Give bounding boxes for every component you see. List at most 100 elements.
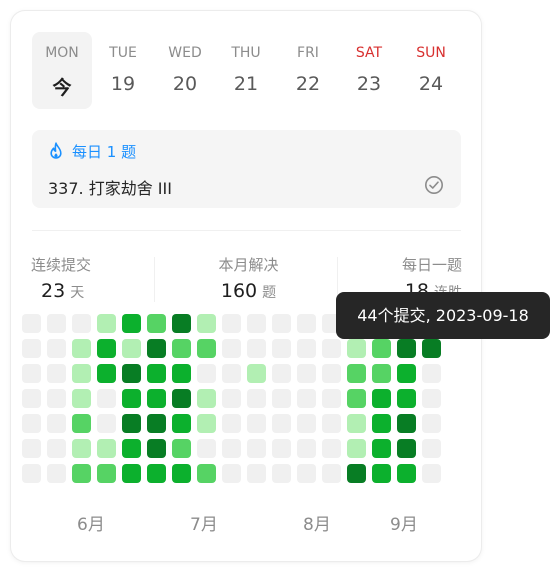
day-fri[interactable]: FRI 22 [278,32,338,109]
heatmap-cell[interactable] [197,314,216,333]
heatmap-cell[interactable] [122,389,141,408]
heatmap-cell[interactable] [72,439,91,458]
heatmap-cell[interactable] [47,439,66,458]
heatmap-cell[interactable] [122,314,141,333]
heatmap-cell[interactable] [97,314,116,333]
heatmap-cell[interactable] [47,464,66,483]
heatmap-cell[interactable] [122,364,141,383]
heatmap-cell[interactable] [297,339,316,358]
heatmap-cell[interactable] [322,389,341,408]
heatmap-cell[interactable] [347,439,366,458]
heatmap-cell[interactable] [122,414,141,433]
daily-question-card[interactable]: 每日 1 题 337. 打家劫舍 III [32,130,461,208]
heatmap-cell[interactable] [397,464,416,483]
heatmap-cell[interactable] [22,439,41,458]
heatmap-cell[interactable] [297,439,316,458]
heatmap-cell[interactable] [247,464,266,483]
heatmap-cell[interactable] [72,314,91,333]
heatmap-cell[interactable] [372,464,391,483]
day-sun[interactable]: SUN 24 [401,32,461,109]
heatmap-cell[interactable] [72,464,91,483]
heatmap-cell[interactable] [422,339,441,358]
heatmap-cell[interactable] [247,364,266,383]
heatmap-cell[interactable] [197,414,216,433]
heatmap-cell[interactable] [397,439,416,458]
heatmap-cell[interactable] [222,464,241,483]
heatmap-cell[interactable] [347,339,366,358]
heatmap-cell[interactable] [97,439,116,458]
heatmap-cell[interactable] [247,339,266,358]
heatmap-cell[interactable] [347,389,366,408]
heatmap-cell[interactable] [72,389,91,408]
heatmap-cell[interactable] [122,339,141,358]
heatmap-cell[interactable] [347,414,366,433]
heatmap-cell[interactable] [147,414,166,433]
heatmap-cell[interactable] [22,339,41,358]
heatmap-cell[interactable] [222,314,241,333]
heatmap-cell[interactable] [172,389,191,408]
heatmap-cell[interactable] [47,364,66,383]
heatmap-cell[interactable] [47,339,66,358]
heatmap-cell[interactable] [147,314,166,333]
heatmap-cell[interactable] [197,439,216,458]
heatmap-cell[interactable] [247,389,266,408]
heatmap-cell[interactable] [347,464,366,483]
heatmap-cell[interactable] [222,339,241,358]
heatmap-cell[interactable] [422,414,441,433]
heatmap-cell[interactable] [322,439,341,458]
heatmap-cell[interactable] [172,464,191,483]
heatmap-cell[interactable] [47,314,66,333]
heatmap-cell[interactable] [72,414,91,433]
heatmap-cell[interactable] [197,339,216,358]
heatmap-cell[interactable] [122,464,141,483]
day-thu[interactable]: THU 21 [216,32,276,109]
heatmap-cell[interactable] [97,464,116,483]
heatmap-cell[interactable] [347,364,366,383]
heatmap-cell[interactable] [22,389,41,408]
heatmap-cell[interactable] [147,464,166,483]
heatmap-cell[interactable] [197,389,216,408]
heatmap-cell[interactable] [197,464,216,483]
heatmap-cell[interactable] [47,414,66,433]
heatmap-cell[interactable] [272,339,291,358]
heatmap-cell[interactable] [147,389,166,408]
heatmap-cell[interactable] [72,364,91,383]
heatmap-cell[interactable] [72,339,91,358]
heatmap-cell[interactable] [22,464,41,483]
heatmap-cell[interactable] [397,414,416,433]
heatmap-cell[interactable] [172,314,191,333]
heatmap-cell[interactable] [322,339,341,358]
heatmap-cell[interactable] [272,439,291,458]
heatmap-cell[interactable] [372,389,391,408]
heatmap-cell[interactable] [22,364,41,383]
day-mon[interactable]: MON 今 [32,32,92,109]
heatmap-cell[interactable] [297,414,316,433]
heatmap-cell[interactable] [247,414,266,433]
heatmap-cell[interactable] [222,389,241,408]
heatmap-cell[interactable] [272,314,291,333]
heatmap-cell[interactable] [172,414,191,433]
heatmap-cell[interactable] [297,464,316,483]
day-wed[interactable]: WED 20 [155,32,215,109]
day-tue[interactable]: TUE 19 [93,32,153,109]
heatmap-cell[interactable] [272,364,291,383]
heatmap-cell[interactable] [247,439,266,458]
heatmap-cell[interactable] [47,389,66,408]
heatmap-cell[interactable] [397,339,416,358]
heatmap-cell[interactable] [222,439,241,458]
heatmap-cell[interactable] [322,464,341,483]
heatmap-cell[interactable] [97,364,116,383]
heatmap-cell[interactable] [397,364,416,383]
heatmap-cell[interactable] [97,339,116,358]
heatmap-cell[interactable] [97,389,116,408]
heatmap-cell[interactable] [397,389,416,408]
heatmap-cell[interactable] [172,364,191,383]
heatmap-cell[interactable] [197,364,216,383]
heatmap-cell[interactable] [22,414,41,433]
question-title[interactable]: 337. 打家劫舍 III [48,175,172,199]
heatmap-cell[interactable] [147,339,166,358]
heatmap-cell[interactable] [147,364,166,383]
heatmap-cell[interactable] [272,389,291,408]
heatmap-cell[interactable] [372,439,391,458]
heatmap-cell[interactable] [22,314,41,333]
